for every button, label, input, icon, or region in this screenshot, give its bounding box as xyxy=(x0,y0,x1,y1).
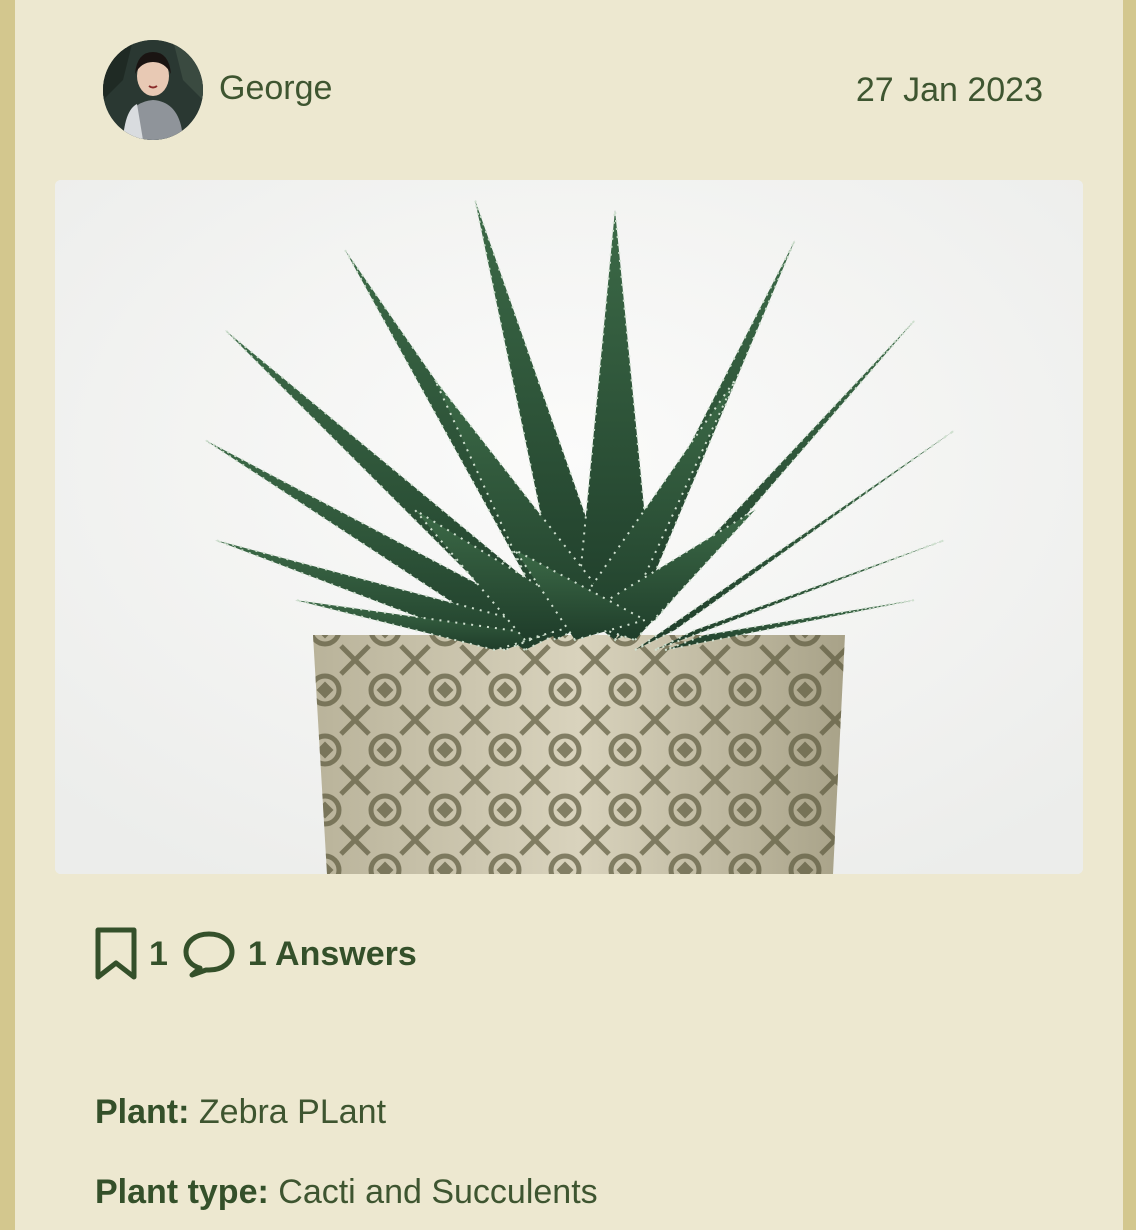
post-stats: 1 1 Answers xyxy=(95,924,431,984)
succulent-photo-icon xyxy=(55,180,1083,874)
avatar-image xyxy=(103,40,203,140)
avatar[interactable] xyxy=(103,40,203,140)
answers-count[interactable]: 1 Answers xyxy=(248,935,417,974)
plant-type-label: Plant type: xyxy=(95,1173,269,1211)
author-name[interactable]: George xyxy=(219,66,332,110)
bookmark-icon xyxy=(95,927,137,980)
answers-button[interactable] xyxy=(182,930,236,978)
plant-label: Plant: xyxy=(95,1093,190,1131)
bookmark-button[interactable] xyxy=(95,927,137,981)
post-card: George 27 Jan 2023 1 1 Answers Plant: Ze… xyxy=(15,0,1123,1230)
post-date: 27 Jan 2023 xyxy=(855,71,1043,109)
plant-type-value: Cacti and Succulents xyxy=(268,1173,598,1211)
comment-icon xyxy=(183,931,235,978)
plant-type-row: Plant type: Cacti and Succulents xyxy=(95,1170,598,1214)
bookmark-count: 1 xyxy=(149,934,168,973)
post-image[interactable] xyxy=(55,180,1083,874)
plant-name-row: Plant: Zebra PLant xyxy=(95,1090,386,1134)
plant-value: Zebra PLant xyxy=(189,1093,387,1131)
